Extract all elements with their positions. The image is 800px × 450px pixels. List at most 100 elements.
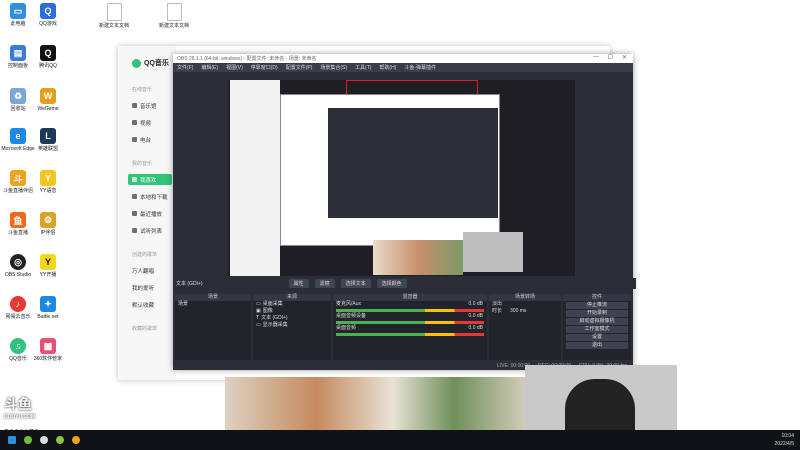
desktop-icon-wegame[interactable]: W WeGame bbox=[30, 88, 66, 112]
taskbar: 10:04 2022/4/5 bbox=[0, 430, 800, 450]
studio-mode-button[interactable]: 工作室模式 bbox=[566, 326, 628, 333]
desktop-icon-lol[interactable]: L 英雄联盟 bbox=[30, 128, 66, 152]
preview-desktop-capture bbox=[230, 80, 280, 276]
start-icon[interactable] bbox=[8, 436, 16, 444]
start-recording-button[interactable]: 开始录制 bbox=[566, 310, 628, 317]
section-created-playlists: 创建的歌单 bbox=[132, 252, 158, 258]
desktop-icon-tencent-qq[interactable]: Q 腾讯QQ bbox=[30, 45, 66, 69]
taskbar-app-icon[interactable] bbox=[24, 436, 32, 444]
desktop-icon-battlenet[interactable]: ✦ Battle.net bbox=[30, 296, 66, 320]
transition-select[interactable]: 淡出 bbox=[489, 301, 561, 308]
desktop-icons: ▭ 此电脑 Q QQ游戏 新建文本文档 新建文本文档 ▤ 控制面板 Q 腾讯QQ ♻ 回收… bbox=[0, 0, 189, 430]
obs-preview[interactable] bbox=[228, 80, 575, 276]
taskbar-app-icon[interactable] bbox=[56, 436, 64, 444]
maximize-icon[interactable]: ☐ bbox=[608, 54, 613, 61]
ip-companion-icon: ⚙ bbox=[40, 212, 56, 228]
menu-file[interactable]: 文件(F) bbox=[177, 64, 193, 71]
context-source-name: 文本 (GDI+) bbox=[176, 281, 203, 287]
sidebar-item-default[interactable]: 默认收藏 bbox=[128, 299, 172, 310]
mixer-channel-label: 桌面音频设备 0.0 dB bbox=[336, 313, 483, 319]
qq-music-logo-icon bbox=[132, 58, 141, 68]
yy-icon: Y bbox=[40, 170, 56, 186]
netease-music-icon: ♪ bbox=[10, 296, 26, 312]
menu-profile[interactable]: 配置文件(P) bbox=[286, 64, 313, 71]
transition-duration[interactable]: 时长 300 ms bbox=[489, 308, 561, 315]
exit-button[interactable]: 退出 bbox=[566, 342, 628, 349]
control-panel-icon: ▤ bbox=[10, 45, 26, 61]
webcam-overlay bbox=[525, 365, 677, 435]
preview-flowers bbox=[373, 240, 463, 275]
sidebar-item-radio[interactable]: 电台 bbox=[128, 134, 172, 145]
stop-streaming-button[interactable]: 停止推流 bbox=[566, 302, 628, 309]
settings-button[interactable]: 设置 bbox=[566, 334, 628, 341]
section-my-music: 我的音乐 bbox=[132, 161, 153, 167]
minimize-icon[interactable]: — bbox=[593, 54, 599, 60]
sidebar-item-recent[interactable]: 最近播放 bbox=[128, 208, 172, 219]
desktop-icon-text-file-1[interactable]: 新建文本文档 bbox=[96, 3, 132, 29]
menu-docks[interactable]: 停靠窗口(D) bbox=[251, 64, 278, 71]
desktop-icon-360[interactable]: ▦ 360软件管家 bbox=[30, 338, 66, 362]
menu-edit[interactable]: 编辑(E) bbox=[201, 64, 218, 71]
sidebar-item-playlist-2[interactable]: 我的爱听 bbox=[128, 282, 172, 293]
menu-help[interactable]: 帮助(H) bbox=[379, 64, 396, 71]
section-online-music: 在线音乐 bbox=[132, 87, 153, 93]
obs-titlebar: OBS 26.1.1 (64-bit, windows) - 配置文件: 未命名… bbox=[173, 54, 633, 63]
sidebar-item-video[interactable]: 视频 bbox=[128, 117, 172, 128]
dock-controls: 控件 停止推流 开始录制 启动虚拟摄像机 工作室模式 设置 退出 bbox=[563, 294, 631, 360]
close-icon[interactable]: ✕ bbox=[622, 54, 627, 61]
menu-view[interactable]: 视图(V) bbox=[226, 64, 243, 71]
obs-icon: ◎ bbox=[10, 254, 26, 270]
dock-transitions: 场景转场 淡出 时长 300 ms bbox=[489, 294, 561, 360]
select-color-button[interactable]: 选择颜色 bbox=[376, 279, 407, 288]
source-item[interactable]: ▭ 显示器采集 bbox=[253, 322, 331, 329]
menu-danmaku-plugin[interactable]: 斗鱼-弹幕插件 bbox=[404, 64, 436, 71]
computer-icon: ▭ bbox=[10, 3, 26, 19]
desktop-icon-yy[interactable]: Y YY语音 bbox=[30, 170, 66, 194]
yy-live-icon: Y bbox=[40, 254, 56, 270]
qq-music-icon: ♫ bbox=[10, 338, 26, 354]
music-note-icon bbox=[132, 103, 137, 108]
obs-taskbar-icon[interactable] bbox=[40, 436, 48, 444]
menu-scene-collection[interactable]: 场景集合(S) bbox=[320, 64, 347, 71]
video-icon bbox=[132, 120, 137, 125]
sidebar-item-trial[interactable]: 试听列表 bbox=[128, 225, 172, 236]
virtual-camera-button[interactable]: 启动虚拟摄像机 bbox=[566, 318, 628, 325]
taskbar-app-icon[interactable] bbox=[72, 436, 80, 444]
mixer-meter bbox=[336, 309, 484, 312]
sidebar-item-music-hall[interactable]: 音乐馆 bbox=[128, 100, 172, 111]
preview-nested-cam bbox=[463, 232, 523, 272]
desktop-icon-yy-live[interactable]: Y YY开播 bbox=[30, 254, 66, 278]
douyu-live-icon: 鱼 bbox=[10, 212, 26, 228]
source-item[interactable]: ▣ 图像 bbox=[253, 308, 331, 315]
recycle-bin-icon: ♻ bbox=[10, 88, 26, 104]
desktop-icon-ip-companion[interactable]: ⚙ IP伴侣 bbox=[30, 212, 66, 236]
obs-window[interactable]: OBS 26.1.1 (64-bit, windows) - 配置文件: 未命名… bbox=[173, 54, 636, 370]
source-item[interactable]: ▭ 桌面采集 bbox=[253, 301, 331, 308]
qq-music-sidebar: QQ音乐 在线音乐 音乐馆 视频 电台 我的音乐 我喜欢 本地和下载 最近播放 … bbox=[118, 46, 176, 380]
heart-icon bbox=[132, 177, 137, 182]
dock-scenes: 场景 场景 bbox=[175, 294, 251, 360]
wegame-icon: W bbox=[40, 88, 56, 104]
clock-icon bbox=[132, 211, 137, 216]
mixer-meter bbox=[336, 333, 484, 336]
edge-icon: e bbox=[10, 128, 26, 144]
douyu-companion-icon: 斗 bbox=[10, 170, 26, 186]
desktop-icon-text-file-2[interactable]: 新建文本文档 bbox=[156, 3, 192, 29]
preview-nested-obs bbox=[328, 108, 498, 218]
obs-context-bar: 文本 (GDI+) 属性 滤镜 选择文本 选择颜色 bbox=[173, 278, 636, 289]
mixer-channel-label: 桌面音频 0.0 dB bbox=[336, 325, 483, 331]
sidebar-item-local[interactable]: 本地和下载 bbox=[128, 191, 172, 202]
scene-item[interactable]: 场景 bbox=[175, 301, 251, 308]
computer-icon bbox=[132, 194, 137, 199]
filters-button[interactable]: 滤镜 bbox=[314, 279, 335, 288]
menu-tools[interactable]: 工具(T) bbox=[355, 64, 371, 71]
dock-controls-header: 控件 bbox=[563, 294, 631, 301]
desktop-icon-qq-games[interactable]: Q QQ游戏 bbox=[30, 3, 66, 27]
sidebar-item-playlist-1[interactable]: 万人翻唱 bbox=[128, 265, 172, 276]
sidebar-item-liked[interactable]: 我喜欢 bbox=[128, 174, 172, 185]
obs-menubar: 文件(F) 编辑(E) 视图(V) 停靠窗口(D) 配置文件(P) 场景集合(S… bbox=[173, 63, 633, 72]
select-text-button[interactable]: 选择文本 bbox=[340, 279, 371, 288]
properties-button[interactable]: 属性 bbox=[288, 279, 309, 288]
source-item[interactable]: T 文本 (GDI+) bbox=[253, 315, 331, 322]
system-tray-clock[interactable]: 10:04 2022/4/5 bbox=[775, 432, 794, 448]
